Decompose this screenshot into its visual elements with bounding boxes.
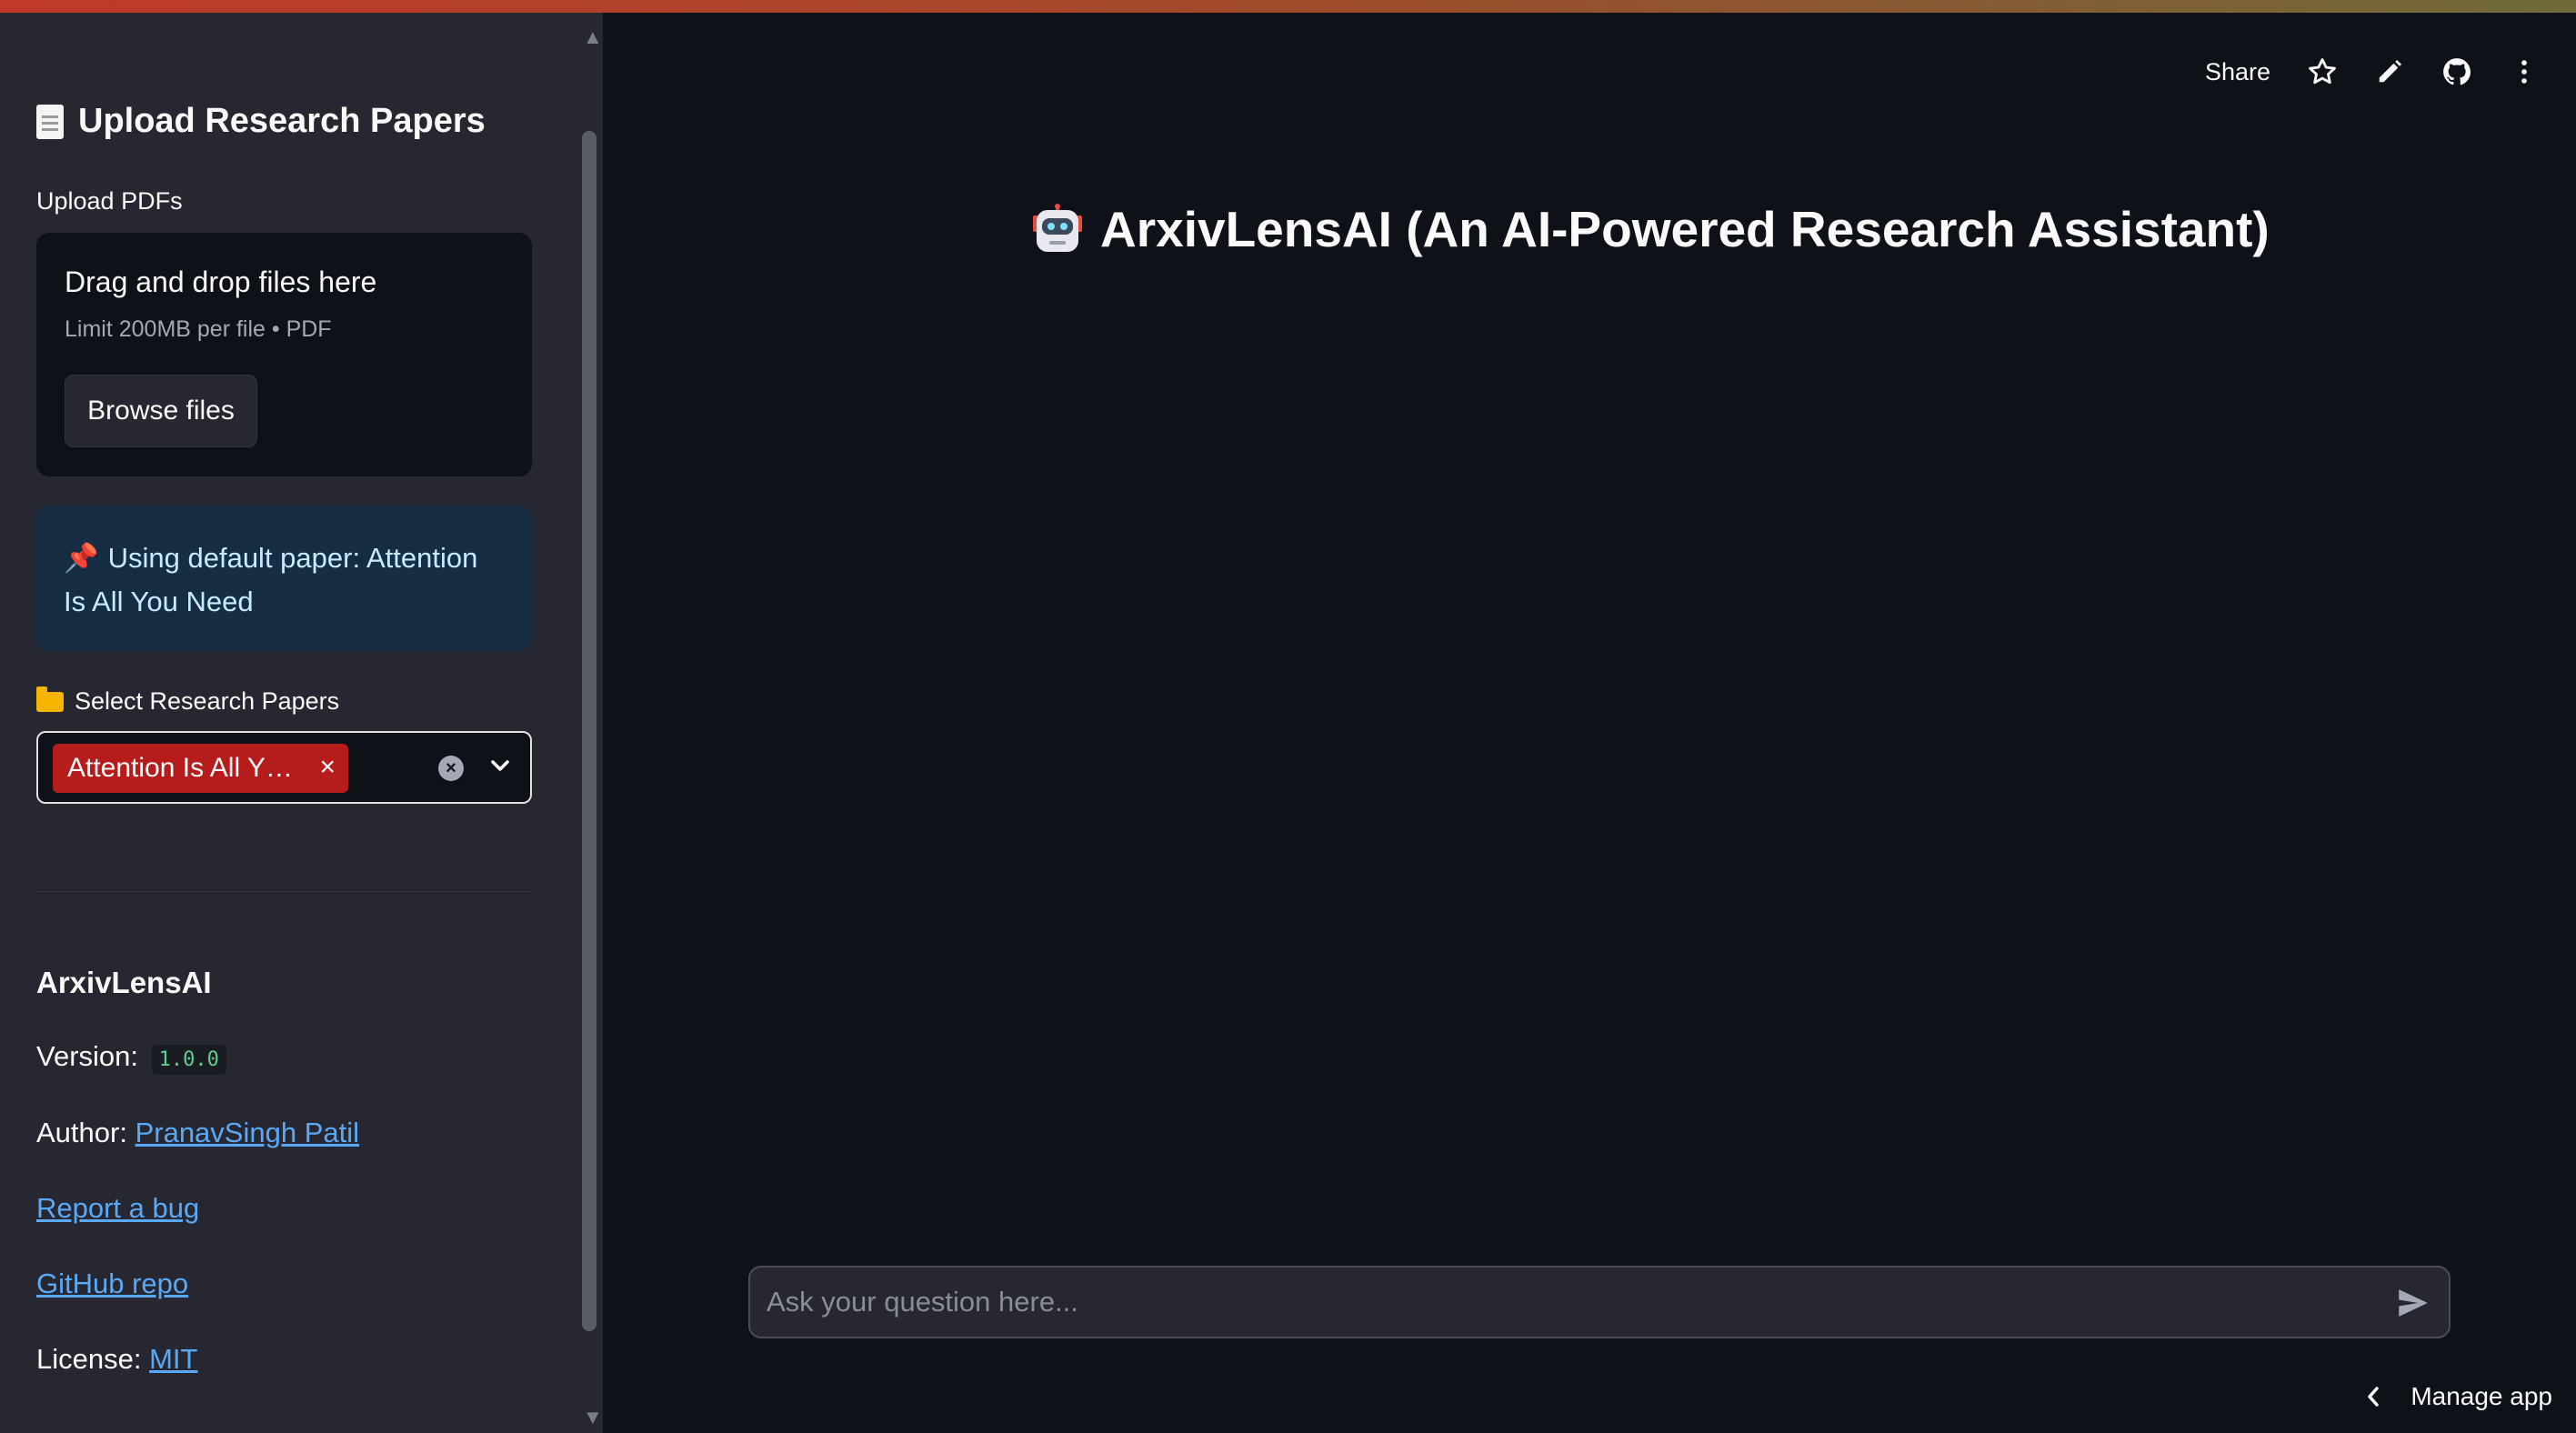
page-title-block: ArxivLensAI (An AI-Powered Research Assi… (1031, 200, 2270, 258)
license-row: License: MIT (36, 1343, 197, 1376)
scrollbar-thumb[interactable] (582, 131, 596, 1331)
sidebar-divider (36, 891, 532, 892)
sidebar-header: Upload Research Papers (36, 102, 486, 141)
chat-input[interactable] (767, 1268, 2367, 1337)
dropzone-limit-text: Limit 200MB per file • PDF (65, 316, 332, 342)
star-icon[interactable] (2307, 56, 2338, 87)
author-label: Author: (36, 1117, 127, 1148)
license-label: License: (36, 1343, 142, 1375)
dropzone-title: Drag and drop files here (65, 266, 377, 298)
scroll-down-icon[interactable]: ▼ (583, 1406, 603, 1429)
chevron-left-icon (2368, 1387, 2380, 1407)
file-dropzone[interactable]: Drag and drop files here Limit 200MB per… (36, 233, 532, 476)
chat-input-container (748, 1266, 2451, 1338)
more-vert-icon[interactable] (2509, 56, 2540, 87)
manage-app-button[interactable]: Manage app (2363, 1382, 2552, 1411)
manage-app-label: Manage app (2411, 1382, 2552, 1410)
robot-icon (1033, 204, 1082, 252)
about-title: ArxivLensAI (36, 966, 212, 999)
select-label-text: Select Research Papers (75, 687, 340, 715)
share-button[interactable]: Share (2205, 58, 2270, 86)
send-icon[interactable] (2394, 1284, 2432, 1322)
sidebar: Upload Research Papers Upload PDFs Drag … (0, 13, 603, 1433)
sidebar-scrollbar[interactable]: ▲ ▼ (582, 13, 603, 1433)
pencil-icon[interactable] (2374, 56, 2405, 87)
tag-label: Attention Is All Y… (67, 753, 293, 783)
version-label: Version: (36, 1040, 139, 1072)
report-bug-row: Report a bug (36, 1192, 199, 1225)
chevron-down-icon[interactable] (482, 747, 518, 784)
page-title: ArxivLensAI (An AI-Powered Research Assi… (1100, 201, 2270, 257)
select-papers-label: Select Research Papers (36, 686, 340, 716)
license-link[interactable]: MIT (149, 1343, 197, 1375)
pushpin-icon: 📌 (64, 542, 99, 574)
author-row: Author: PranavSingh Patil (36, 1117, 359, 1149)
github-repo-link[interactable]: GitHub repo (36, 1268, 188, 1299)
document-icon (36, 104, 64, 139)
folder-icon (36, 686, 64, 712)
top-decoration-bar (0, 0, 2576, 13)
author-link[interactable]: PranavSingh Patil (135, 1117, 359, 1148)
report-bug-link[interactable]: Report a bug (36, 1192, 199, 1224)
top-toolbar: Share (2205, 56, 2540, 87)
clear-all-icon[interactable]: × (438, 756, 464, 781)
version-row: Version: 1.0.0 (36, 1040, 226, 1075)
info-text: Using default paper: Attention Is All Yo… (64, 542, 478, 617)
default-paper-info: 📌 Using default paper: Attention Is All Y… (36, 506, 532, 651)
papers-multiselect[interactable]: Attention Is All Y… × × (36, 731, 532, 804)
selected-paper-tag: Attention Is All Y… × (53, 744, 348, 793)
browse-files-button[interactable]: Browse files (65, 375, 257, 447)
version-value: 1.0.0 (151, 1045, 226, 1075)
remove-tag-icon[interactable]: × (319, 752, 336, 783)
github-icon[interactable] (2441, 56, 2472, 87)
upload-label: Upload PDFs (36, 187, 183, 215)
sidebar-title: Upload Research Papers (78, 102, 486, 140)
scroll-up-icon[interactable]: ▲ (583, 25, 603, 49)
github-repo-row: GitHub repo (36, 1268, 188, 1300)
